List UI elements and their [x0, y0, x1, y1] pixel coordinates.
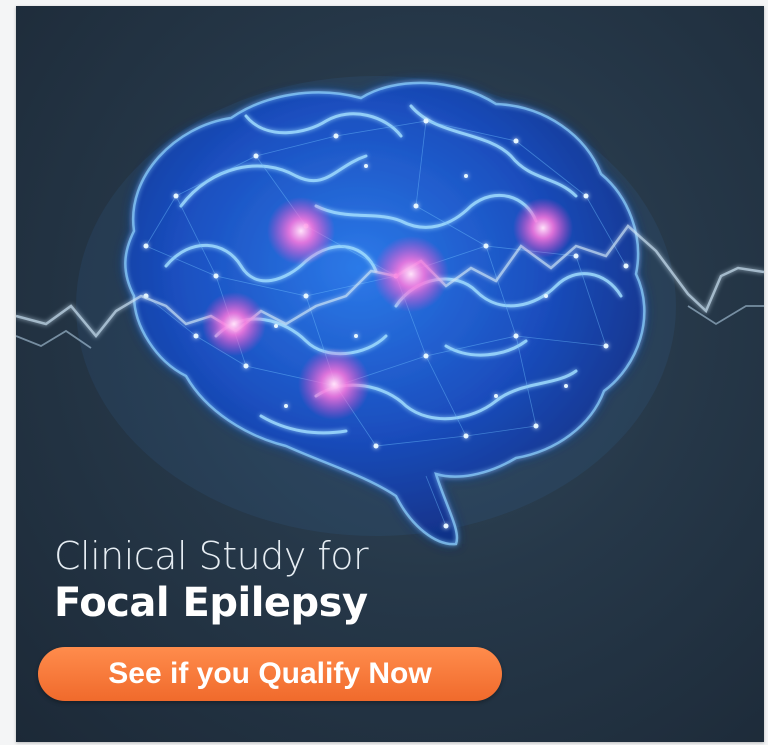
brain-illustration	[16, 76, 764, 546]
qualify-button[interactable]: See if you Qualify Now	[38, 647, 502, 701]
headline-line-1: Clinical Study for	[54, 534, 369, 578]
ad-banner[interactable]: Clinical Study for Focal Epilepsy See if…	[16, 6, 764, 742]
headline-line-2: Focal Epilepsy	[54, 580, 368, 626]
